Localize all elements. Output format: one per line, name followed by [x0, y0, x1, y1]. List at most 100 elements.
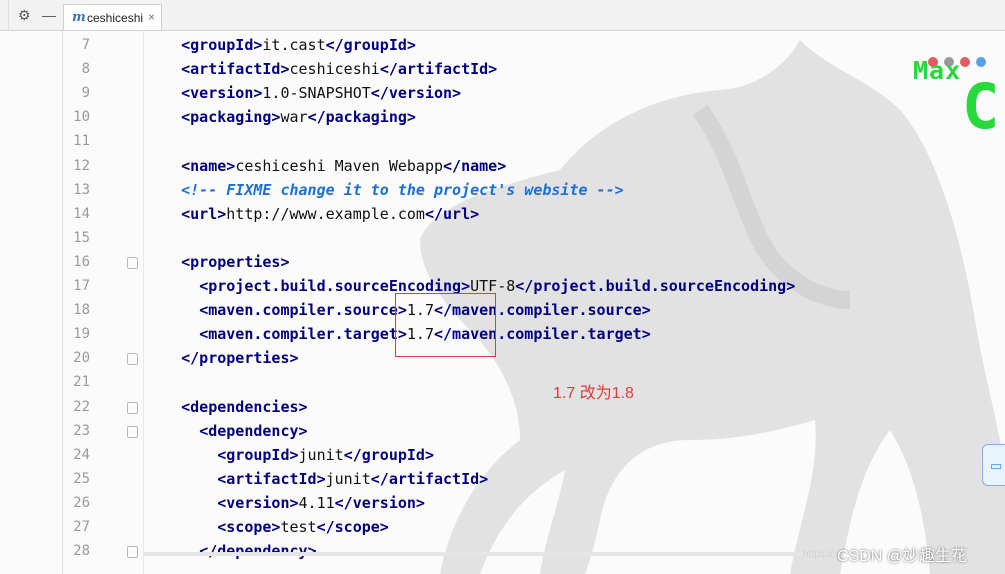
xml-text: junit — [325, 469, 371, 488]
line-number: 20 — [73, 350, 90, 367]
gutter-divider — [143, 31, 144, 574]
xml-tag: </properties> — [181, 349, 299, 368]
code-line[interactable]: <packaging>war</packaging> — [145, 105, 416, 129]
xml-tag: <artifactId> — [217, 469, 326, 488]
line-number: 25 — [73, 470, 90, 487]
line-number: 18 — [73, 302, 90, 319]
line-number: 10 — [73, 109, 90, 126]
code-line[interactable]: <dependency> — [145, 419, 308, 443]
code-line[interactable]: <groupId>it.cast</groupId> — [145, 33, 416, 57]
xml-text: junit — [298, 445, 344, 464]
line-number: 7 — [81, 37, 90, 53]
code-line[interactable]: </properties> — [145, 346, 299, 370]
xml-text: ceshiceshi Maven Webapp — [235, 156, 444, 175]
xml-tag: <groupId> — [181, 36, 263, 54]
tab-label: ceshiceshi — [87, 11, 144, 25]
line-number: 19 — [73, 326, 90, 343]
code-line[interactable]: <dependencies> — [145, 395, 308, 419]
xml-tag: </artifactId> — [370, 469, 489, 488]
fold-collapse-icon[interactable] — [127, 353, 138, 366]
code-line[interactable]: <artifactId>ceshiceshi</artifactId> — [145, 57, 497, 81]
code-line[interactable]: <groupId>junit</groupId> — [145, 443, 434, 467]
chevron-icon: ▭ — [990, 458, 1003, 473]
xml-tag: <version> — [217, 493, 299, 512]
line-number: 13 — [73, 181, 90, 198]
line-number: 26 — [73, 494, 90, 511]
fold-expand-icon[interactable] — [127, 256, 138, 269]
line-number: 12 — [73, 157, 90, 174]
xml-tag: </version> — [370, 84, 462, 103]
editor-tab-bar: ⚙ — m ceshiceshi × — [0, 0, 1005, 31]
code-line[interactable]: <!-- FIXME change it to the project's we… — [145, 178, 624, 202]
code-line[interactable]: <properties> — [145, 250, 290, 274]
line-number-gutter: 7 8 9 10 11 12 13 14 15 16 17 18 19 20 21 22 23 24 25 26 27 2… — [62, 31, 145, 574]
line-number: 22 — [73, 398, 90, 415]
xml-tag: <url> — [181, 204, 227, 223]
fold-expand-icon[interactable] — [127, 401, 138, 414]
code-line[interactable]: <scope>test</scope> — [145, 515, 389, 539]
xml-tag: <dependencies> — [181, 397, 308, 416]
watermark: CSDN @妙趣生花 — [837, 548, 968, 565]
side-floating-button[interactable]: ▭ — [982, 444, 1005, 486]
minus-icon[interactable]: — — [42, 6, 56, 24]
big-letter: C — [962, 70, 1000, 143]
max-label: Max — [913, 56, 962, 85]
xml-tag: <properties> — [181, 252, 290, 271]
xml-tag: <dependency> — [199, 421, 308, 440]
xml-tag: </url> — [424, 204, 480, 223]
highlight-box — [395, 293, 496, 357]
line-number: 27 — [73, 519, 90, 535]
xml-text: http://www.example.com — [226, 204, 425, 223]
line-number: 16 — [73, 253, 90, 270]
close-icon[interactable]: × — [148, 10, 155, 24]
red-dot-icon — [960, 57, 970, 67]
code-line[interactable]: <version>4.11</version> — [145, 491, 425, 515]
watermark-url: https:// — [803, 549, 834, 560]
xml-tag: </name> — [443, 156, 507, 175]
gear-icon[interactable]: ⚙ — [18, 6, 31, 24]
tab-ceshiceshi[interactable]: m ceshiceshi × — [63, 4, 162, 30]
xml-text: 1.0-SNAPSHOT — [262, 84, 371, 103]
line-number: 9 — [81, 85, 90, 102]
xml-text: test — [280, 518, 317, 536]
code-line[interactable]: <url>http://www.example.com</url> — [145, 202, 479, 226]
horizontal-scrollbar[interactable] — [144, 552, 824, 556]
xml-tag: <name> — [181, 156, 236, 175]
xml-tag: <maven.compiler.target> — [199, 325, 407, 344]
xml-tag: </scope> — [316, 518, 389, 536]
fold-expand-icon[interactable] — [127, 425, 138, 438]
line-number: 11 — [73, 133, 90, 150]
code-line[interactable]: <name>ceshiceshi Maven Webapp</name> — [145, 154, 506, 178]
xml-tag: <artifactId> — [181, 60, 290, 79]
line-number: 17 — [73, 278, 90, 294]
xml-tag: <maven.compiler.source> — [199, 301, 407, 320]
xml-text: war — [280, 108, 308, 127]
fold-collapse-icon[interactable] — [127, 546, 138, 559]
xml-tag: </version> — [334, 493, 425, 512]
line-number: 15 — [73, 229, 90, 246]
xml-tag: <scope> — [217, 518, 281, 536]
xml-text: 4.11 — [298, 493, 335, 512]
blue-dot-icon — [976, 57, 986, 67]
xml-tag: </packaging> — [307, 108, 416, 127]
xml-text: it.cast — [262, 36, 326, 54]
xml-comment: <!-- FIXME change it to the project's we… — [181, 180, 624, 199]
line-number: 21 — [73, 374, 90, 391]
maven-icon: m — [72, 10, 86, 25]
xml-tag: <packaging> — [181, 108, 281, 127]
code-line[interactable]: <version>1.0-SNAPSHOT</version> — [145, 81, 461, 105]
line-number: 8 — [81, 61, 90, 78]
line-number: 14 — [73, 205, 90, 222]
xml-tag: </groupId> — [325, 36, 416, 54]
xml-text: ceshiceshi — [289, 60, 380, 79]
xml-tag: </project.build.sourceEncoding> — [515, 277, 796, 295]
xml-tag: </groupId> — [343, 445, 434, 464]
xml-tag: <groupId> — [217, 445, 299, 464]
line-number: 24 — [73, 446, 90, 463]
code-line[interactable]: <artifactId>junit</artifactId> — [145, 467, 488, 491]
line-number: 28 — [73, 543, 90, 560]
xml-tag: <version> — [181, 84, 263, 103]
xml-tag: </artifactId> — [379, 60, 498, 79]
line-number: 23 — [73, 422, 90, 439]
annotation-note: 1.7 改为1.8 — [553, 385, 634, 402]
